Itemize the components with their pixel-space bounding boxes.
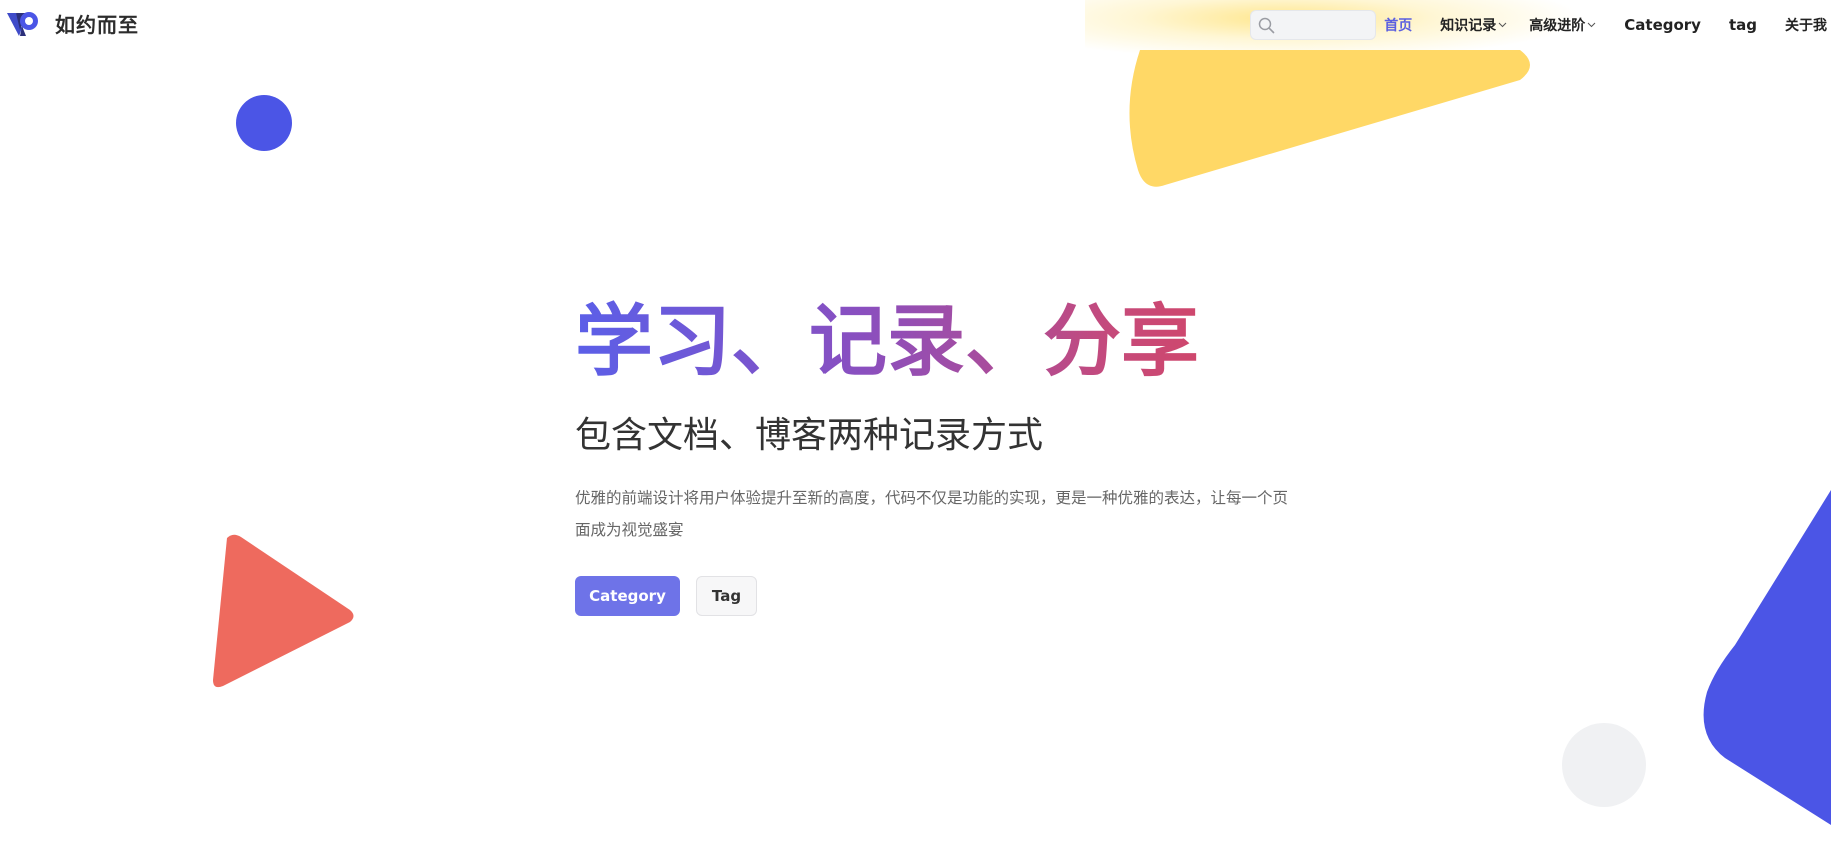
nav-item-label: tag (1728, 16, 1757, 34)
hero-description: 优雅的前端设计将用户体验提升至新的高度，代码不仅是功能的实现，更是一种优雅的表达… (575, 489, 1289, 539)
page: 如约而至 首页 知识记录 高级进阶 Category tag 关于我 学习、记录… (0, 0, 1831, 865)
site-name: 如约而至 (55, 12, 139, 37)
top-navbar: 如约而至 首页 知识记录 高级进阶 Category tag 关于我 (0, 0, 1831, 50)
nav-item-category[interactable]: Category (1624, 16, 1701, 34)
nav-item-label: 高级进阶 (1529, 18, 1586, 34)
hero-actions: Category Tag (575, 576, 1295, 616)
nav-item-label: 首页 (1384, 18, 1413, 34)
nav-item-about[interactable]: 关于我 (1785, 15, 1827, 35)
hero-title: 学习、记录、分享 (575, 300, 1295, 384)
category-button[interactable]: Category (575, 576, 680, 616)
tag-button[interactable]: Tag (696, 576, 757, 616)
blue-shape-decoration (1703, 490, 1831, 825)
nav-item-tag[interactable]: tag (1729, 16, 1757, 34)
search-icon (1258, 17, 1275, 34)
nav-item-label: 知识记录 (1440, 18, 1497, 34)
red-triangle-decoration (213, 534, 354, 688)
yellow-shape-decoration (1129, 50, 1530, 187)
nav-item-home[interactable]: 首页 (1384, 15, 1412, 35)
grey-circle-decoration (1562, 723, 1646, 807)
vp-logo-icon (7, 12, 38, 36)
nav-item-label: Category (1624, 16, 1701, 34)
nav-item-knowledge[interactable]: 知识记录 (1440, 15, 1507, 35)
hero-subtitle: 包含文档、博客两种记录方式 (575, 415, 1044, 456)
hero-section: 学习、记录、分享 包含文档、博客两种记录方式 优雅的前端设计将用户体验提升至新的… (575, 300, 1295, 616)
blue-circle-decoration (236, 95, 292, 151)
site-logo[interactable]: 如约而至 (6, 8, 139, 38)
chevron-down-icon (1498, 20, 1507, 31)
nav-item-advanced[interactable]: 高级进阶 (1529, 15, 1596, 35)
nav-links: 首页 知识记录 高级进阶 Category tag 关于我 (1356, 0, 1831, 50)
chevron-down-icon (1587, 20, 1596, 31)
nav-item-label: 关于我 (1785, 18, 1827, 34)
